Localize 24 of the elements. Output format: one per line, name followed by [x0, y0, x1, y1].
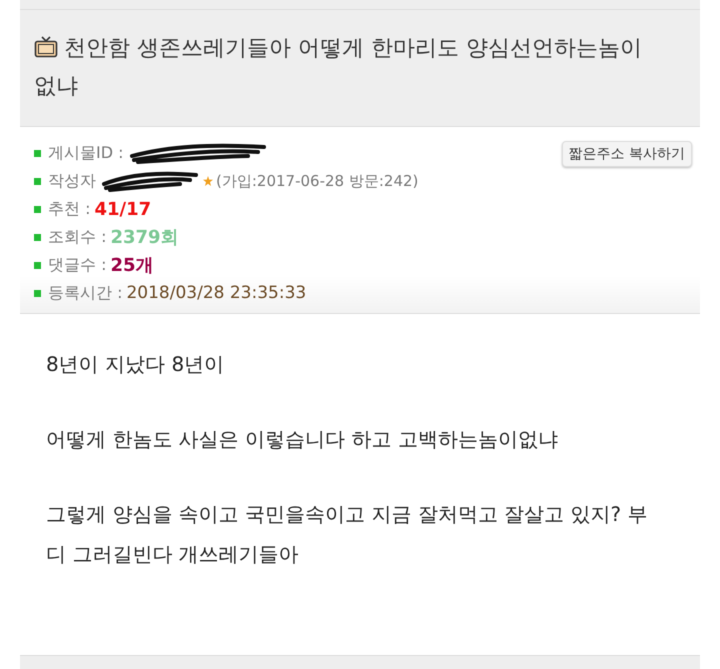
bullet-icon [34, 234, 41, 240]
copy-short-url-button[interactable]: 짧은주소 복사하기 [562, 141, 692, 167]
meta-value: 2379회 [110, 226, 179, 249]
bullet-icon [34, 262, 41, 268]
meta-label: 게시물ID : [48, 142, 124, 164]
tv-icon [34, 36, 58, 58]
bullet-icon [34, 150, 41, 156]
meta-label: 추천 : [48, 198, 90, 220]
meta-label: 댓글수 : [48, 254, 106, 276]
meta-value: 41/17 [94, 198, 152, 220]
meta-label: 조회수 : [48, 226, 106, 248]
bullet-icon [34, 206, 41, 212]
star-icon [203, 176, 213, 186]
body-paragraph: 8년이 지났다 8년이 [46, 351, 226, 378]
body-paragraph: 어떻게 한놈도 사실은 이렇습니다 하고 고백하는놈이없냐 [46, 426, 559, 453]
meta-value: 25개 [110, 254, 154, 277]
meta-value: 2018/03/28 23:35:33 [126, 283, 306, 303]
meta-label: 등록시간 : [48, 282, 122, 304]
bullet-icon [34, 178, 41, 184]
meta-label: 작성자 [48, 170, 96, 192]
join-info: (가입:2017-06-28 방문:242) [216, 172, 418, 190]
body-paragraph: 그렇게 양심을 속이고 국민을속이고 지금 잘처먹고 잘살고 있지? 부디 그러길빈다 개쓰레기들아 [46, 501, 648, 568]
bullet-icon [34, 290, 41, 296]
post-title: 천안함 생존쓰레기들아 어떻게 한마리도 양심선언하는놈이없냐 [34, 35, 643, 101]
